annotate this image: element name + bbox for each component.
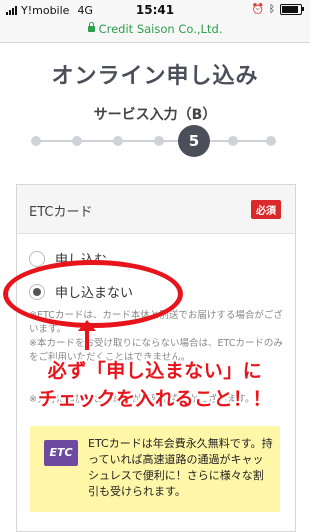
step-dot: [154, 136, 164, 146]
alarm-icon: ⏰: [251, 4, 264, 15]
status-icons: ⏰ ᛒ: [251, 4, 304, 15]
required-badge: 必須: [251, 200, 281, 219]
step-label: サービス入力（B）: [93, 107, 217, 123]
radio-button[interactable]: [29, 250, 45, 267]
bluetooth-icon: ᛒ: [269, 4, 275, 15]
callout-line-2: チェックを入れること！！: [37, 388, 272, 410]
etc-logo: ETC: [44, 440, 78, 466]
page-title: オンライン申し込み: [51, 64, 259, 89]
step-dot: [72, 136, 82, 146]
step-dot: [113, 136, 123, 146]
highlight-circle: [3, 260, 183, 328]
url-bar[interactable]: Credit Saison Co.,Ltd.: [0, 20, 310, 43]
current-step-indicator: 5: [178, 125, 210, 157]
etc-card-header: ETCカード 必須: [17, 185, 295, 234]
battery-icon: [280, 4, 304, 15]
step-dot: [266, 136, 276, 146]
lock-icon: [87, 22, 95, 32]
arrow-shaft: [85, 328, 89, 350]
phone-screen: Y!mobile 4G 15:41 ⏰ ᛒ Credit Saison Co.,…: [0, 0, 310, 532]
url-display[interactable]: Credit Saison Co.,Ltd.: [0, 22, 310, 36]
etc-info-text: ETCカードは年会費永久無料です。持っていれば高速道路の通過がキャッシュレスで便…: [88, 437, 273, 498]
status-bar: Y!mobile 4G 15:41 ⏰ ᛒ: [0, 0, 310, 20]
etc-info-box: ETC ETCカードは年会費永久無料です。持っていれば高速道路の通過がキャッシュ…: [30, 426, 280, 512]
url-text: Credit Saison Co.,Ltd.: [98, 22, 223, 36]
callout-line-1: 必ず「申し込まない」に: [47, 360, 263, 382]
step-dot: [228, 136, 238, 146]
step-dot: [31, 136, 41, 146]
etc-card-title: ETCカード: [29, 205, 93, 220]
